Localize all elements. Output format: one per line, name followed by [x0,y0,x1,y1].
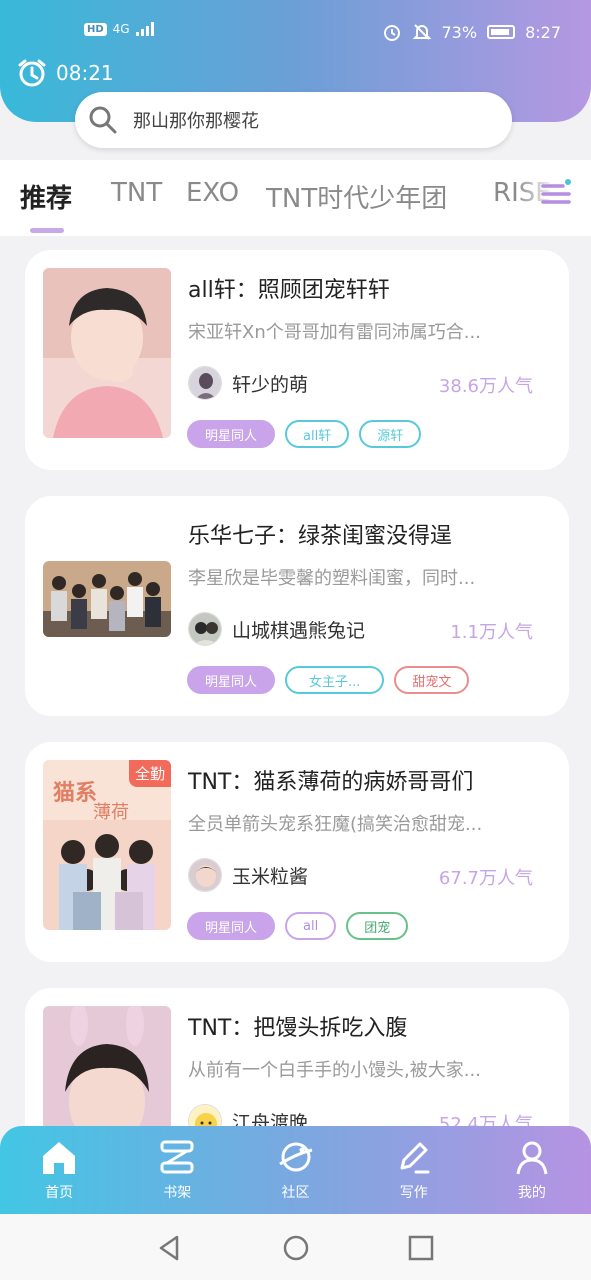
battery-icon [487,25,516,39]
nav-community[interactable]: 社区 [236,1126,354,1214]
back-icon[interactable] [155,1233,185,1263]
tag[interactable]: 团宠 [346,912,409,940]
popularity: 1.1万人气 [450,622,533,643]
signal-icon [135,22,154,36]
status-left: HD 4G [84,22,154,36]
system-nav-bar [0,1214,591,1280]
nav-home-label: 首页 [45,1185,74,1201]
svg-text:薄荷: 薄荷 [93,802,129,823]
author-name: 轩少的萌 [232,373,309,396]
nav-write-label: 写作 [399,1185,428,1201]
status-right: 73% 8:27 [382,22,561,42]
network-type: 4G [112,22,130,36]
planet-icon [278,1142,312,1172]
book-cover[interactable] [43,268,171,438]
search-icon [89,106,117,134]
book-desc: 从前有一个白手手的小馒头,被大家... [188,1060,481,1081]
bottom-nav: 首页 书架 社区 写作 我的 [0,1126,591,1214]
hd-badge: HD [84,22,107,36]
popularity: 67.7万人气 [438,868,533,889]
tag[interactable]: 女主子... [285,666,385,694]
tag-list: 明星同人 all轩 源轩 [187,420,422,448]
tag[interactable]: 明星同人 [187,420,276,448]
book-desc: 李星欣是毕雯馨的塑料闺蜜，同时... [188,568,476,589]
tag-list: 明星同人 all 团宠 [187,912,409,940]
avatar [188,366,222,400]
book-card[interactable]: 猫系 薄荷 全勤 TNT：猫系薄荷的病娇哥哥们 全员单箭头宠系狂魔(搞笑治愈甜宠… [25,742,569,962]
avatar [188,612,222,646]
tag[interactable]: all轩 [285,420,350,448]
search-input[interactable]: 那山那你那樱花 [75,92,512,148]
tab-recommend[interactable]: 推荐 [20,178,72,215]
header-clock[interactable]: 08:21 [16,58,114,88]
book-cover[interactable] [43,561,171,637]
full-attendance-badge: 全勤 [128,760,171,787]
tag[interactable]: 明星同人 [187,666,276,694]
home-circle-icon[interactable] [281,1233,311,1263]
tag[interactable]: 源轩 [359,420,422,448]
pencil-icon [400,1142,430,1174]
book-author[interactable]: 轩少的萌 [188,366,308,400]
nav-home[interactable]: 首页 [0,1126,118,1214]
author-name: 玉米粒酱 [232,865,309,888]
tag-list: 明星同人 女主子... 甜宠文 [187,666,470,694]
user-icon [516,1141,548,1175]
search-placeholder: 那山那你那樱花 [133,111,259,132]
status-time: 8:27 [525,22,561,42]
tag[interactable]: 明星同人 [187,912,276,940]
menu-icon[interactable] [539,176,573,210]
tab-indicator [30,228,64,233]
book-title: TNT：把馒头拆吃入腹 [188,1016,408,1041]
book-card[interactable]: 乐华七子：绿茶闺蜜没得逞 李星欣是毕雯馨的塑料闺蜜，同时... 山城棋遇熊兔记 … [25,496,569,716]
book-title: all轩：照顾团宠轩轩 [188,278,390,303]
book-title: 乐华七子：绿茶闺蜜没得逞 [188,524,453,549]
status-bar: HD 4G 73% 8:27 [0,0,591,60]
alarm-status-icon [383,25,400,41]
recents-icon[interactable] [406,1233,436,1263]
alarm-clock-icon [18,59,46,87]
nav-bookshelf[interactable]: 书架 [118,1126,236,1214]
book-author[interactable]: 山城棋遇熊兔记 [188,612,365,646]
svg-text:猫系: 猫系 [53,780,97,806]
book-desc: 全员单箭头宠系狂魔(搞笑治愈甜宠... [188,814,483,835]
bookshelf-icon [160,1140,194,1174]
avatar [188,858,222,892]
nav-community-label: 社区 [281,1185,310,1201]
tab-tnt-group[interactable]: TNT时代少年团 [266,178,447,215]
book-author[interactable]: 玉米粒酱 [188,858,308,892]
nav-profile-label: 我的 [517,1185,546,1201]
book-card[interactable]: all轩：照顾团宠轩轩 宋亚轩Xn个哥哥加有雷同沛属巧合... 轩少的萌 38.… [25,250,569,470]
book-title: TNT：猫系薄荷的病娇哥哥们 [188,770,474,795]
nav-bookshelf-label: 书架 [163,1185,192,1201]
tag[interactable]: 甜宠文 [394,666,470,694]
category-tabs: 推荐 TNT EXO TNT时代少年团 RISE [0,160,591,236]
home-icon [43,1142,76,1174]
nav-write[interactable]: 写作 [355,1126,473,1214]
tag[interactable]: all [285,912,337,940]
popularity: 38.6万人气 [438,376,533,397]
book-desc: 宋亚轩Xn个哥哥加有雷同沛属巧合... [188,322,481,343]
tab-tnt[interactable]: TNT [111,178,162,208]
clock-time: 08:21 [56,61,114,85]
book-cover[interactable]: 猫系 薄荷 全勤 [43,760,171,930]
tab-exo[interactable]: EXO [186,178,239,208]
author-name: 山城棋遇熊兔记 [232,619,366,642]
mute-bell-icon [412,24,431,40]
nav-profile[interactable]: 我的 [473,1126,591,1214]
battery-percent: 73% [441,22,478,42]
